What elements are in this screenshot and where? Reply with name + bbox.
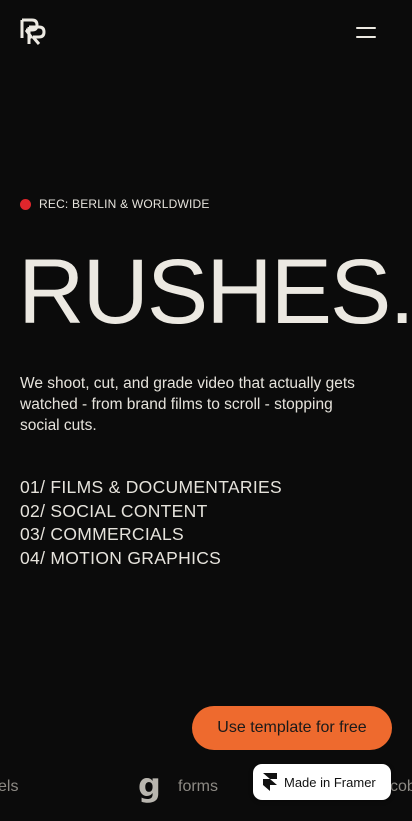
- hero-title: RUSHES.: [18, 241, 412, 343]
- menu-line-bottom: [356, 36, 376, 38]
- service-item: 02/ SOCIAL CONTENT: [20, 500, 208, 521]
- ticker-fragment-right: cob: [390, 778, 412, 795]
- services-list: 01/ FILMS & DOCUMENTARIES 02/ SOCIAL CON…: [20, 476, 282, 570]
- framer-logo-icon: [263, 773, 277, 791]
- hamburger-menu-icon[interactable]: [352, 22, 380, 44]
- rushes-monogram-icon: [20, 18, 46, 45]
- hero-description: We shoot, cut, and grade video that actu…: [20, 375, 355, 434]
- made-in-framer-badge[interactable]: Made in Framer: [253, 764, 391, 800]
- ticker-forms-label: forms: [178, 778, 218, 795]
- g-logo-icon: g: [138, 766, 161, 804]
- rec-dot-icon: [20, 198, 31, 210]
- rec-label: REC: BERLIN & WORLDWIDE: [39, 197, 210, 211]
- ticker-fragment-left: els: [0, 778, 19, 795]
- service-item: 03/ COMMERCIALS: [20, 524, 184, 544]
- rushes-logo[interactable]: [20, 18, 46, 46]
- service-item: 01/ FILMS & DOCUMENTARIES: [20, 477, 282, 497]
- service-item: 04/ MOTION GRAPHICS: [20, 547, 222, 568]
- rec-indicator: REC: BERLIN & WORLDWIDE: [20, 197, 210, 211]
- use-template-button[interactable]: Use template for free: [192, 706, 392, 750]
- framer-badge-label: Made in Framer: [284, 774, 376, 790]
- menu-line-top: [356, 27, 376, 29]
